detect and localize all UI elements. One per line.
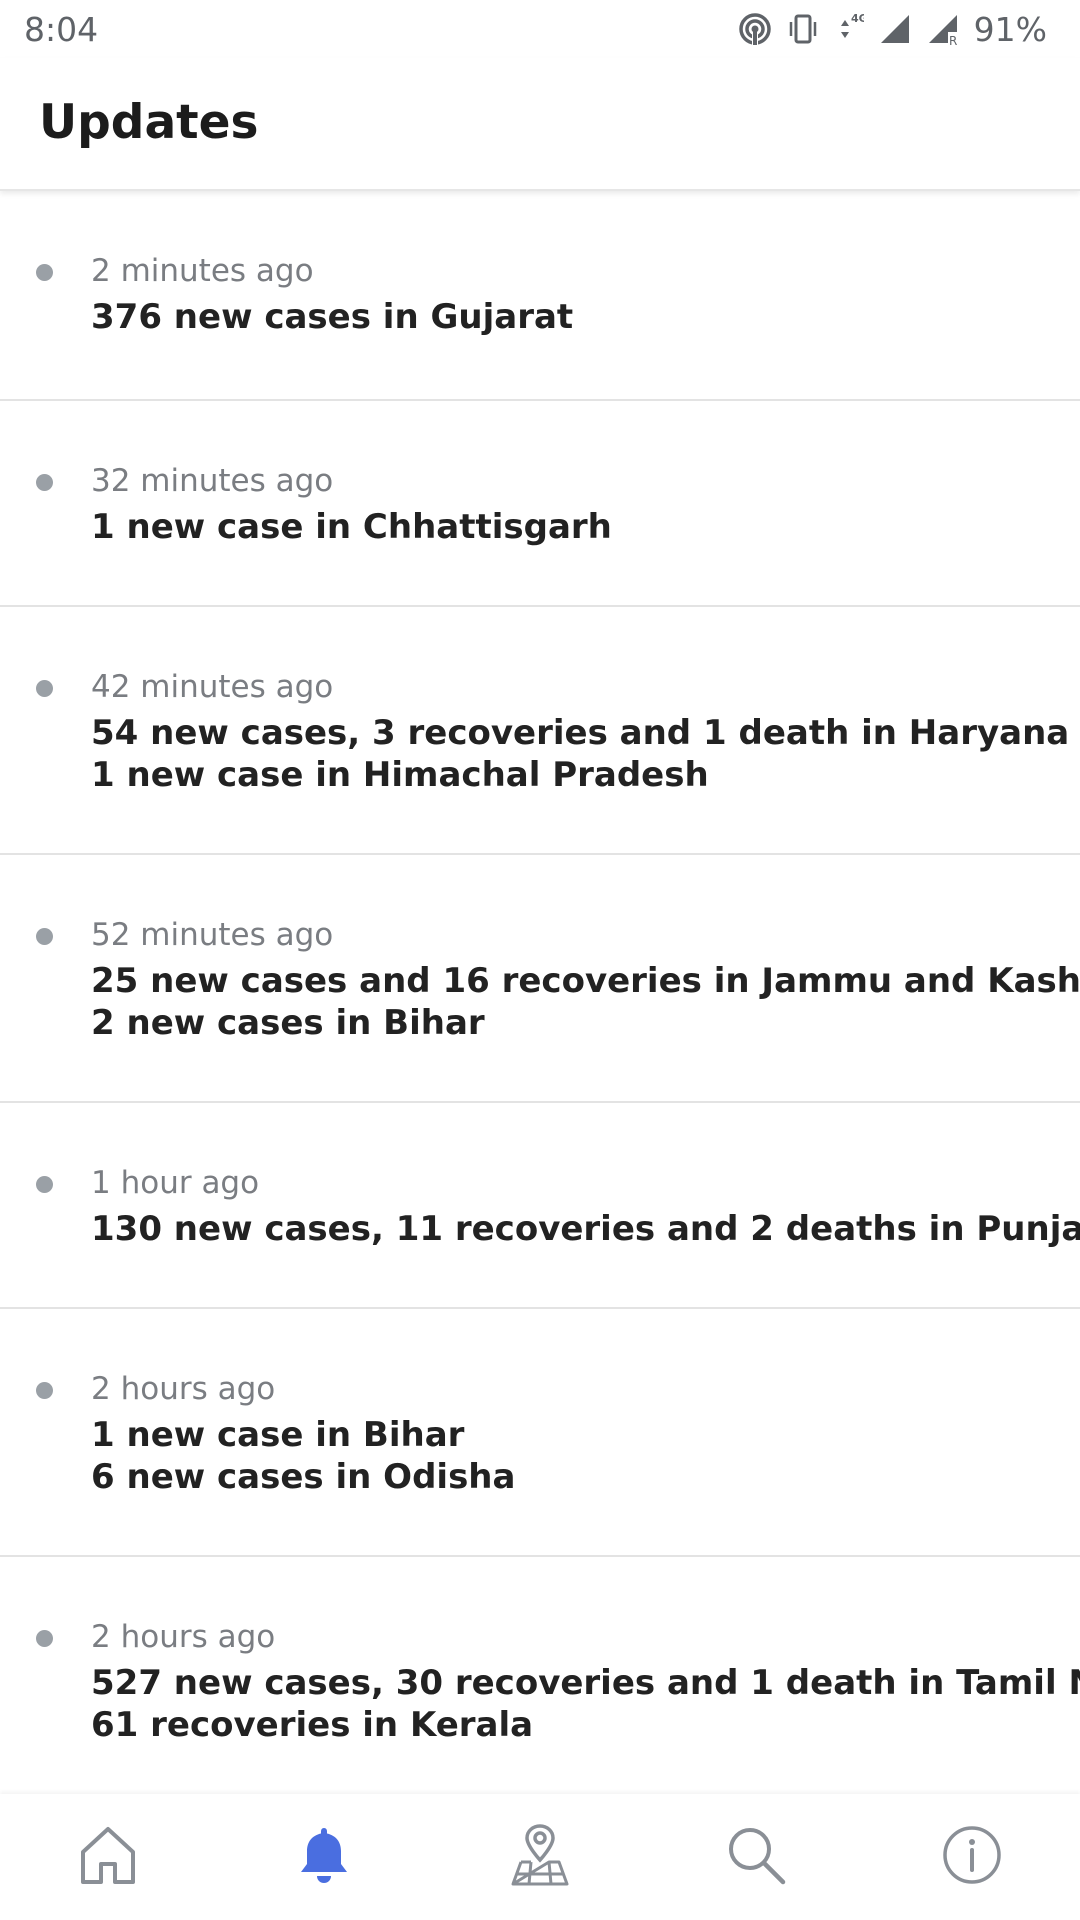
update-item[interactable]: 32 minutes ago 1 new case in Chhattisgar… [0, 401, 1080, 607]
update-text: 6 new cases in Odisha [91, 1457, 516, 1497]
timeline-dot [36, 264, 53, 281]
data-arrows-icon: 4G [834, 12, 864, 46]
timeline-dot [36, 474, 53, 491]
update-time: 2 minutes ago [91, 253, 314, 289]
signal-roaming-icon: R [926, 12, 960, 46]
update-text: 25 new cases and 16 recoveries in Jammu … [91, 961, 1080, 1001]
home-icon [75, 1822, 141, 1892]
nav-updates[interactable] [279, 1812, 369, 1902]
hotspot-icon [738, 12, 772, 46]
search-icon [723, 1822, 789, 1892]
timeline-dot [36, 1382, 53, 1399]
map-pin-icon [507, 1822, 573, 1892]
update-text: 1 new case in Himachal Pradesh [91, 755, 709, 795]
update-item[interactable]: 2 hours ago 1 new case in Bihar 6 new ca… [0, 1309, 1080, 1557]
update-time: 2 hours ago [91, 1619, 276, 1655]
update-item[interactable]: 2 minutes ago 376 new cases in Gujarat [0, 191, 1080, 401]
app-header: Updates [0, 58, 1080, 191]
timeline-dot [36, 680, 53, 697]
update-item[interactable]: 2 hours ago 527 new cases, 30 recoveries… [0, 1557, 1080, 1797]
timeline-dot [36, 1630, 53, 1647]
nav-map[interactable] [495, 1812, 585, 1902]
update-text: 527 new cases, 30 recoveries and 1 death… [91, 1663, 1080, 1703]
update-time: 1 hour ago [91, 1165, 260, 1201]
update-text: 54 new cases, 3 recoveries and 1 death i… [91, 713, 1070, 753]
signal-icon [878, 12, 912, 46]
update-text: 130 new cases, 11 recoveries and 2 death… [91, 1209, 1080, 1249]
update-time: 42 minutes ago [91, 669, 334, 705]
page-title: Updates [39, 95, 259, 150]
update-text: 2 new cases in Bihar [91, 1003, 485, 1043]
update-text: 61 recoveries in Kerala [91, 1705, 534, 1745]
status-bar: 8:04 4G R 91% [0, 0, 1080, 58]
status-time: 8:04 [24, 9, 99, 49]
update-time: 52 minutes ago [91, 917, 334, 953]
update-text: 1 new case in Bihar [91, 1415, 465, 1455]
update-time: 32 minutes ago [91, 463, 334, 499]
timeline-dot [36, 1176, 53, 1193]
info-icon [939, 1822, 1005, 1892]
update-text: 376 new cases in Gujarat [91, 297, 574, 337]
update-item[interactable]: 42 minutes ago 54 new cases, 3 recoverie… [0, 607, 1080, 855]
nav-search[interactable] [711, 1812, 801, 1902]
battery-percent: 91% [973, 9, 1047, 49]
network-label: 4G [851, 12, 864, 25]
app-root: 8:04 4G R 91% Updates 2 minutes ago 376 … [0, 0, 1080, 1920]
update-item[interactable]: 52 minutes ago 25 new cases and 16 recov… [0, 855, 1080, 1103]
update-item[interactable]: 1 hour ago 130 new cases, 11 recoveries … [0, 1103, 1080, 1309]
timeline-dot [36, 928, 53, 945]
status-icons: 4G R 91% [738, 10, 1047, 49]
nav-info[interactable] [927, 1812, 1017, 1902]
update-time: 2 hours ago [91, 1371, 276, 1407]
nav-home[interactable] [63, 1812, 153, 1902]
roaming-label: R [949, 34, 957, 46]
update-text: 1 new case in Chhattisgarh [91, 507, 612, 547]
bell-icon [291, 1822, 357, 1892]
bottom-navigation [0, 1794, 1080, 1920]
updates-list: 2 minutes ago 376 new cases in Gujarat 3… [0, 191, 1080, 1797]
vibrate-icon [786, 12, 820, 46]
